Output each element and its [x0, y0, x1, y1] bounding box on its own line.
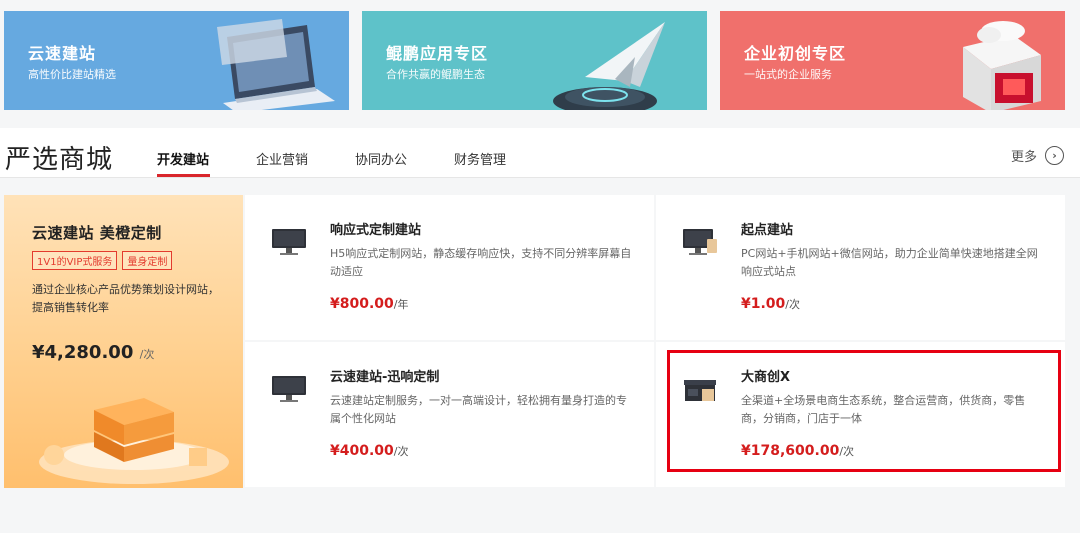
product-title: 响应式定制建站	[330, 223, 422, 238]
product-title: 起点建站	[741, 223, 794, 238]
banner-subtitle: 高性价比建站精选	[28, 68, 116, 81]
more-link[interactable]: 更多 ›	[1011, 146, 1064, 165]
product-card[interactable]: 响应式定制建站 H5响应式定制网站，静态缓存响应快，支持不同分辨率屏幕自动适应 …	[245, 195, 654, 340]
product-price: ¥400.00/次	[330, 443, 408, 459]
active-tab-indicator	[157, 174, 210, 177]
product-description: 云速建站定制服务，一对一高端设计，轻松拥有量身打造的专属个性化网站	[330, 394, 627, 425]
tab-dev-site[interactable]: 开发建站	[157, 149, 209, 168]
promo-title: 云速建站 美橙定制	[32, 224, 162, 242]
product-title: 大商创X	[741, 370, 791, 385]
banner-kunpeng[interactable]: 鲲鹏应用专区 合作共赢的鲲鹏生态	[362, 11, 707, 110]
laptop-illustration-icon	[217, 19, 335, 110]
product-price-value: ¥178,600.00	[741, 443, 840, 459]
tab-marketing[interactable]: 企业营销	[256, 149, 308, 168]
promo-price-value: ¥4,280.00	[32, 342, 134, 363]
product-description: H5响应式定制网站，静态缓存响应快，支持不同分辨率屏幕自动适应	[330, 247, 632, 278]
banner-title: 云速建站	[28, 44, 97, 63]
promo-price-unit: /次	[139, 348, 155, 361]
tab-finance[interactable]: 财务管理	[454, 149, 506, 168]
promo-price: ¥4,280.00 /次	[32, 342, 154, 363]
banner-title: 企业初创专区	[744, 44, 847, 63]
product-title: 云速建站-迅响定制	[330, 370, 440, 385]
product-description: 全渠道+全场景电商生态系统，整合运营商，供货商，零售商，分销商，门店于一体	[741, 394, 1026, 425]
product-price-value: ¥800.00	[330, 296, 394, 312]
product-description: PC网站+手机网站+微信网站，助力企业简单快速地搭建全网响应式站点	[741, 247, 1038, 278]
promo-tags: 1V1的VIP式服务 量身定制	[32, 251, 173, 270]
product-price: ¥800.00/年	[330, 296, 408, 312]
banner-startup[interactable]: 企业初创专区 一站式的企业服务	[720, 11, 1065, 110]
monitor-icon	[272, 229, 306, 255]
storefront-icon	[684, 380, 716, 401]
product-price-unit: /次	[393, 445, 409, 458]
monitor-icon	[272, 376, 306, 402]
cube-cloud-illustration-icon	[963, 21, 1041, 110]
server-illustration-icon	[39, 398, 229, 484]
more-label: 更多	[1010, 150, 1037, 165]
promo-tag: 量身定制	[122, 251, 173, 270]
promo-tag: 1V1的VIP式服务	[32, 251, 118, 270]
tab-collaboration[interactable]: 协同办公	[355, 149, 407, 168]
section-title: 严选商城	[5, 145, 114, 175]
banner-subtitle: 合作共赢的鲲鹏生态	[386, 68, 485, 81]
product-price-unit: /次	[839, 445, 855, 458]
product-price-value: ¥1.00	[741, 296, 786, 312]
section-header: 严选商城 开发建站 企业营销 协同办公 财务管理 更多 ›	[0, 128, 1080, 178]
product-price: ¥178,600.00/次	[741, 443, 854, 459]
promo-description: 通过企业核心产品优势策划设计网站，提高销售转化率	[32, 283, 219, 314]
product-card[interactable]: 起点建站 PC网站+手机网站+微信网站，助力企业简单快速地搭建全网响应式站点 ¥…	[656, 195, 1065, 340]
product-price: ¥1.00/次	[741, 296, 800, 312]
product-price-unit: /年	[393, 298, 409, 311]
promo-card[interactable]: 云速建站 美橙定制 1V1的VIP式服务 量身定制 通过企业核心产品优势策划设计…	[4, 195, 243, 488]
chevron-right-icon: ›	[1045, 146, 1064, 165]
product-price-value: ¥400.00	[330, 443, 394, 459]
product-card[interactable]: 大商创X 全渠道+全场景电商生态系统，整合运营商，供货商，零售商，分销商，门店于…	[656, 342, 1065, 487]
banner-title: 鲲鹏应用专区	[386, 44, 489, 63]
product-price-unit: /次	[785, 298, 801, 311]
paper-plane-illustration-icon	[553, 22, 665, 110]
banner-cloud-site[interactable]: 云速建站 高性价比建站精选	[4, 11, 349, 110]
monitor-phone-icon	[683, 229, 717, 255]
banner-subtitle: 一站式的企业服务	[744, 68, 832, 81]
product-card[interactable]: 云速建站-迅响定制 云速建站定制服务，一对一高端设计，轻松拥有量身打造的专属个性…	[245, 342, 654, 487]
